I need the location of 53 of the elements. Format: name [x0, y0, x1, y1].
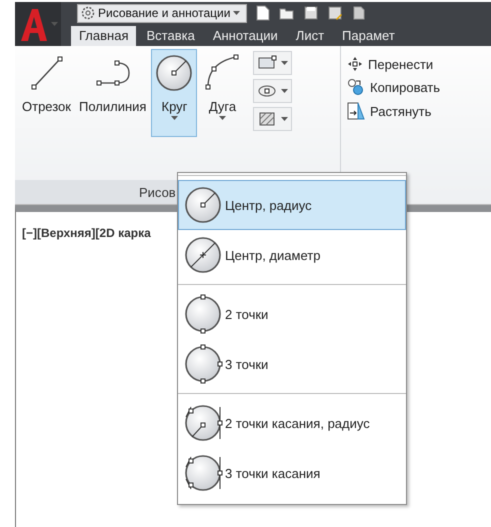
rectangle-icon: [257, 55, 278, 71]
menu-item[interactable]: 3 точки: [178, 339, 406, 389]
save-icon: [303, 5, 320, 21]
caret-icon: [281, 61, 288, 65]
ribbon-tab[interactable]: Аннотации: [204, 26, 286, 46]
save-as-button[interactable]: [327, 5, 344, 21]
viewport-label[interactable]: [−][Верхняя][2D карка: [22, 226, 151, 240]
stretch-button[interactable]: Растянуть: [345, 102, 442, 120]
circle-icon: [183, 235, 223, 275]
gear-icon: [81, 6, 95, 20]
save-button[interactable]: [303, 5, 320, 21]
ellipse-icon: [257, 83, 278, 99]
circle-icon: [154, 53, 194, 93]
circle-icon: [183, 403, 223, 443]
line-tool-button[interactable]: Отрезок: [19, 49, 74, 137]
arc-tool-button[interactable]: Дуга: [199, 49, 246, 137]
ribbon-tab[interactable]: Вставка: [138, 26, 203, 46]
workspace-dropdown[interactable]: Рисование и аннотации: [77, 4, 248, 22]
move-icon: [347, 56, 363, 72]
circle-icon: [183, 344, 223, 384]
plot-icon: [351, 5, 368, 21]
stretch-icon: [347, 102, 365, 120]
menu-item[interactable]: 2 точки касания, радиус: [178, 398, 406, 448]
caret-icon: [50, 22, 58, 26]
circle-icon: [183, 453, 223, 493]
hatch-icon: [257, 111, 278, 127]
copy-button[interactable]: Копировать: [345, 78, 442, 96]
menu-item[interactable]: Центр, диаметр: [178, 230, 406, 280]
circle-icon: [183, 294, 223, 334]
circle-tool-button[interactable]: Круг: [151, 49, 198, 137]
move-button[interactable]: Перенести: [345, 56, 442, 72]
hatch-tool-button[interactable]: [253, 107, 292, 131]
plot-button[interactable]: [351, 5, 368, 21]
circle-icon: [183, 185, 223, 225]
caret-icon: [281, 89, 288, 93]
copy-icon: [347, 78, 365, 96]
menu-item[interactable]: 2 точки: [178, 289, 406, 339]
rectangle-tool-button[interactable]: [253, 51, 292, 75]
menu-item[interactable]: Центр, радиус: [178, 180, 406, 230]
polyline-tool-button[interactable]: Полилиния: [76, 49, 150, 137]
menu-item[interactable]: 3 точки касания: [178, 448, 406, 498]
ellipse-tool-button[interactable]: [253, 79, 292, 103]
new-file-button[interactable]: [255, 5, 272, 21]
caret-icon: [233, 11, 240, 15]
logo-icon: [18, 7, 48, 41]
save-as-icon: [327, 5, 344, 21]
panel-title: Рисов: [139, 184, 176, 200]
ribbon-tab[interactable]: Главная: [71, 26, 136, 46]
ribbon-tab[interactable]: Лист: [288, 26, 332, 46]
application-button[interactable]: [15, 2, 61, 46]
caret-icon: [281, 117, 288, 121]
new-file-icon: [255, 5, 272, 21]
ribbon-tab[interactable]: Парамет: [334, 26, 403, 46]
